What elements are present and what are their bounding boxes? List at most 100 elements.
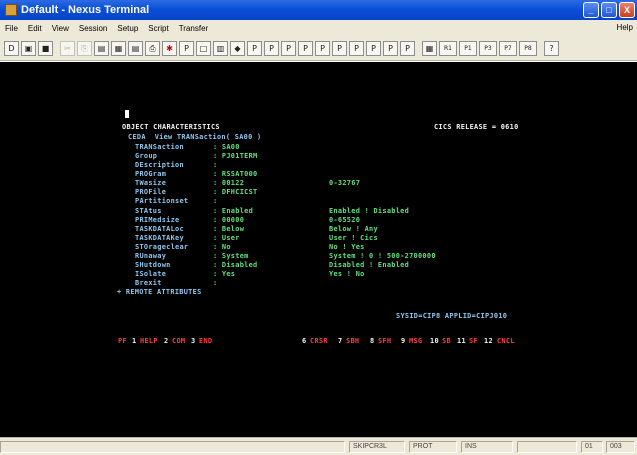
field-value[interactable]: : bbox=[213, 197, 217, 205]
status-keyboard-mode: SKIPCR3L bbox=[349, 441, 405, 453]
pf-key-label[interactable]: SF bbox=[469, 337, 478, 345]
pf-key-number: 3 bbox=[191, 337, 196, 345]
field-value[interactable]: : 00000 bbox=[213, 216, 244, 224]
p3-button[interactable]: P3 bbox=[479, 41, 497, 56]
close-button[interactable]: X bbox=[619, 2, 635, 18]
status-bar: SKIPCR3L PROT INS 01 003 bbox=[0, 437, 637, 455]
disconnect-button[interactable]: ✱ bbox=[162, 41, 177, 56]
field-label: STAtus bbox=[135, 207, 162, 215]
pf-key-label[interactable]: SBH bbox=[346, 337, 359, 345]
pf-key-button-6[interactable]: P bbox=[332, 41, 347, 56]
p1-button[interactable]: P1 bbox=[459, 41, 477, 56]
pf-key-number: 7 bbox=[338, 337, 343, 345]
menu-help[interactable]: Help bbox=[617, 23, 633, 32]
print-button[interactable]: ▦ bbox=[111, 41, 126, 56]
field-value[interactable]: : No bbox=[213, 243, 231, 251]
field-value[interactable]: : PJ01TERM bbox=[213, 152, 258, 160]
pf-key-number: 11 bbox=[457, 337, 466, 345]
pf-key-label[interactable]: CRSR bbox=[310, 337, 328, 345]
pf-key-button-8[interactable]: P bbox=[366, 41, 381, 56]
pf-key-button-3[interactable]: P bbox=[281, 41, 296, 56]
title-bar: Default - Nexus Terminal _ □ X bbox=[0, 0, 637, 20]
restore-button[interactable]: □ bbox=[601, 2, 617, 18]
menu-setup[interactable]: Setup bbox=[112, 24, 143, 33]
pf-key-label[interactable]: MSG bbox=[409, 337, 422, 345]
pf-key-button-5[interactable]: P bbox=[315, 41, 330, 56]
pf-key-button-2[interactable]: P bbox=[264, 41, 279, 56]
field-value[interactable]: : 00122 bbox=[213, 179, 244, 187]
pf-label: PF bbox=[118, 337, 127, 345]
field-value[interactable]: : User bbox=[213, 234, 240, 242]
help-button[interactable]: ? bbox=[544, 41, 559, 56]
menu-view[interactable]: View bbox=[47, 24, 74, 33]
menu-edit[interactable]: Edit bbox=[23, 24, 47, 33]
status-column: 003 bbox=[606, 441, 635, 453]
app-icon bbox=[5, 4, 17, 16]
keypad-button[interactable]: ▦ bbox=[422, 41, 437, 56]
panel-button[interactable]: ▥ bbox=[213, 41, 228, 56]
pf-key-button-9[interactable]: P bbox=[383, 41, 398, 56]
field-label: DEscription bbox=[135, 161, 184, 169]
save-button[interactable]: ■ bbox=[38, 41, 53, 56]
menu-file[interactable]: File bbox=[0, 24, 23, 33]
pf-key-button-4[interactable]: P bbox=[298, 41, 313, 56]
p8-button[interactable]: P8 bbox=[519, 41, 537, 56]
paste-button[interactable]: ▤ bbox=[94, 41, 109, 56]
menu-transfer[interactable]: Transfer bbox=[174, 24, 214, 33]
status-row: 01 bbox=[581, 441, 603, 453]
window-button[interactable]: □ bbox=[196, 41, 211, 56]
pf-key-button-1[interactable]: P bbox=[247, 41, 262, 56]
remote-attributes[interactable]: + REMOTE ATTRIBUTES bbox=[117, 288, 202, 296]
pf-key-label[interactable]: CNCL bbox=[497, 337, 515, 345]
cut-button[interactable]: ✂ bbox=[60, 41, 75, 56]
pf-key-button-7[interactable]: P bbox=[349, 41, 364, 56]
pf-button[interactable]: P bbox=[179, 41, 194, 56]
field-range: Below ! Any bbox=[329, 225, 378, 233]
print-screen-button[interactable]: ▤ bbox=[128, 41, 143, 56]
menu-session[interactable]: Session bbox=[74, 24, 112, 33]
pf-key-label[interactable]: COM bbox=[172, 337, 185, 345]
field-label: TASKDATAKey bbox=[135, 234, 184, 242]
ceda-command[interactable]: CEDA View TRANSaction( SA00 ) bbox=[128, 133, 261, 141]
field-label: PRIMedsize bbox=[135, 216, 180, 224]
field-value[interactable]: : DFHCICST bbox=[213, 188, 258, 196]
properties-button[interactable]: ⎙ bbox=[145, 41, 160, 56]
field-range: Enabled ! Disabled bbox=[329, 207, 410, 215]
p7-button[interactable]: P7 bbox=[499, 41, 517, 56]
field-value[interactable]: : Disabled bbox=[213, 261, 258, 269]
pf-key-label[interactable]: SB bbox=[442, 337, 451, 345]
field-value[interactable]: : Enabled bbox=[213, 207, 253, 215]
pf-key-button-10[interactable]: P bbox=[400, 41, 415, 56]
macro-button[interactable]: ◆ bbox=[230, 41, 245, 56]
field-value[interactable]: : SA00 bbox=[213, 143, 240, 151]
field-label: TWasize bbox=[135, 179, 167, 187]
pf-key-number: 12 bbox=[484, 337, 493, 345]
pf-key-label[interactable]: SFH bbox=[378, 337, 391, 345]
minimize-button[interactable]: _ bbox=[583, 2, 599, 18]
field-label: PArtitionset bbox=[135, 197, 189, 205]
pf-key-label[interactable]: END bbox=[199, 337, 212, 345]
r1-button[interactable]: R1 bbox=[439, 41, 457, 56]
field-value[interactable]: : bbox=[213, 279, 217, 287]
field-value[interactable]: : Below bbox=[213, 225, 244, 233]
sysid-applid: SYSID=CIP8 APPLID=CIPJ010 bbox=[396, 312, 508, 320]
pf-key-number: 1 bbox=[132, 337, 137, 345]
open-button[interactable]: ▣ bbox=[21, 41, 36, 56]
field-label: STOrageclear bbox=[135, 243, 189, 251]
new-session-button[interactable]: D bbox=[4, 41, 19, 56]
field-range: Disabled ! Enabled bbox=[329, 261, 410, 269]
field-value[interactable]: : bbox=[213, 161, 217, 169]
field-range: Yes ! No bbox=[329, 270, 365, 278]
field-value[interactable]: : System bbox=[213, 252, 249, 260]
pf-key-label[interactable]: HELP bbox=[140, 337, 158, 345]
screen-heading: OBJECT CHARACTERISTICS bbox=[122, 123, 220, 131]
toolbar: D ▣ ■ ✂ ⎘ ▤ ▦ ▤ ⎙ ✱ P □ ▥ ◆ P P P P P P … bbox=[0, 37, 637, 61]
terminal-screen[interactable]: OBJECT CHARACTERISTICS CICS RELEASE = 06… bbox=[0, 62, 637, 437]
field-value[interactable]: : Yes bbox=[213, 270, 235, 278]
field-value[interactable]: : RSSAT000 bbox=[213, 170, 258, 178]
field-label: SHutdown bbox=[135, 261, 171, 269]
copy-button[interactable]: ⎘ bbox=[77, 41, 92, 56]
field-label: TASKDATALoc bbox=[135, 225, 184, 233]
pf-key-number: 9 bbox=[401, 337, 406, 345]
menu-script[interactable]: Script bbox=[143, 24, 173, 33]
